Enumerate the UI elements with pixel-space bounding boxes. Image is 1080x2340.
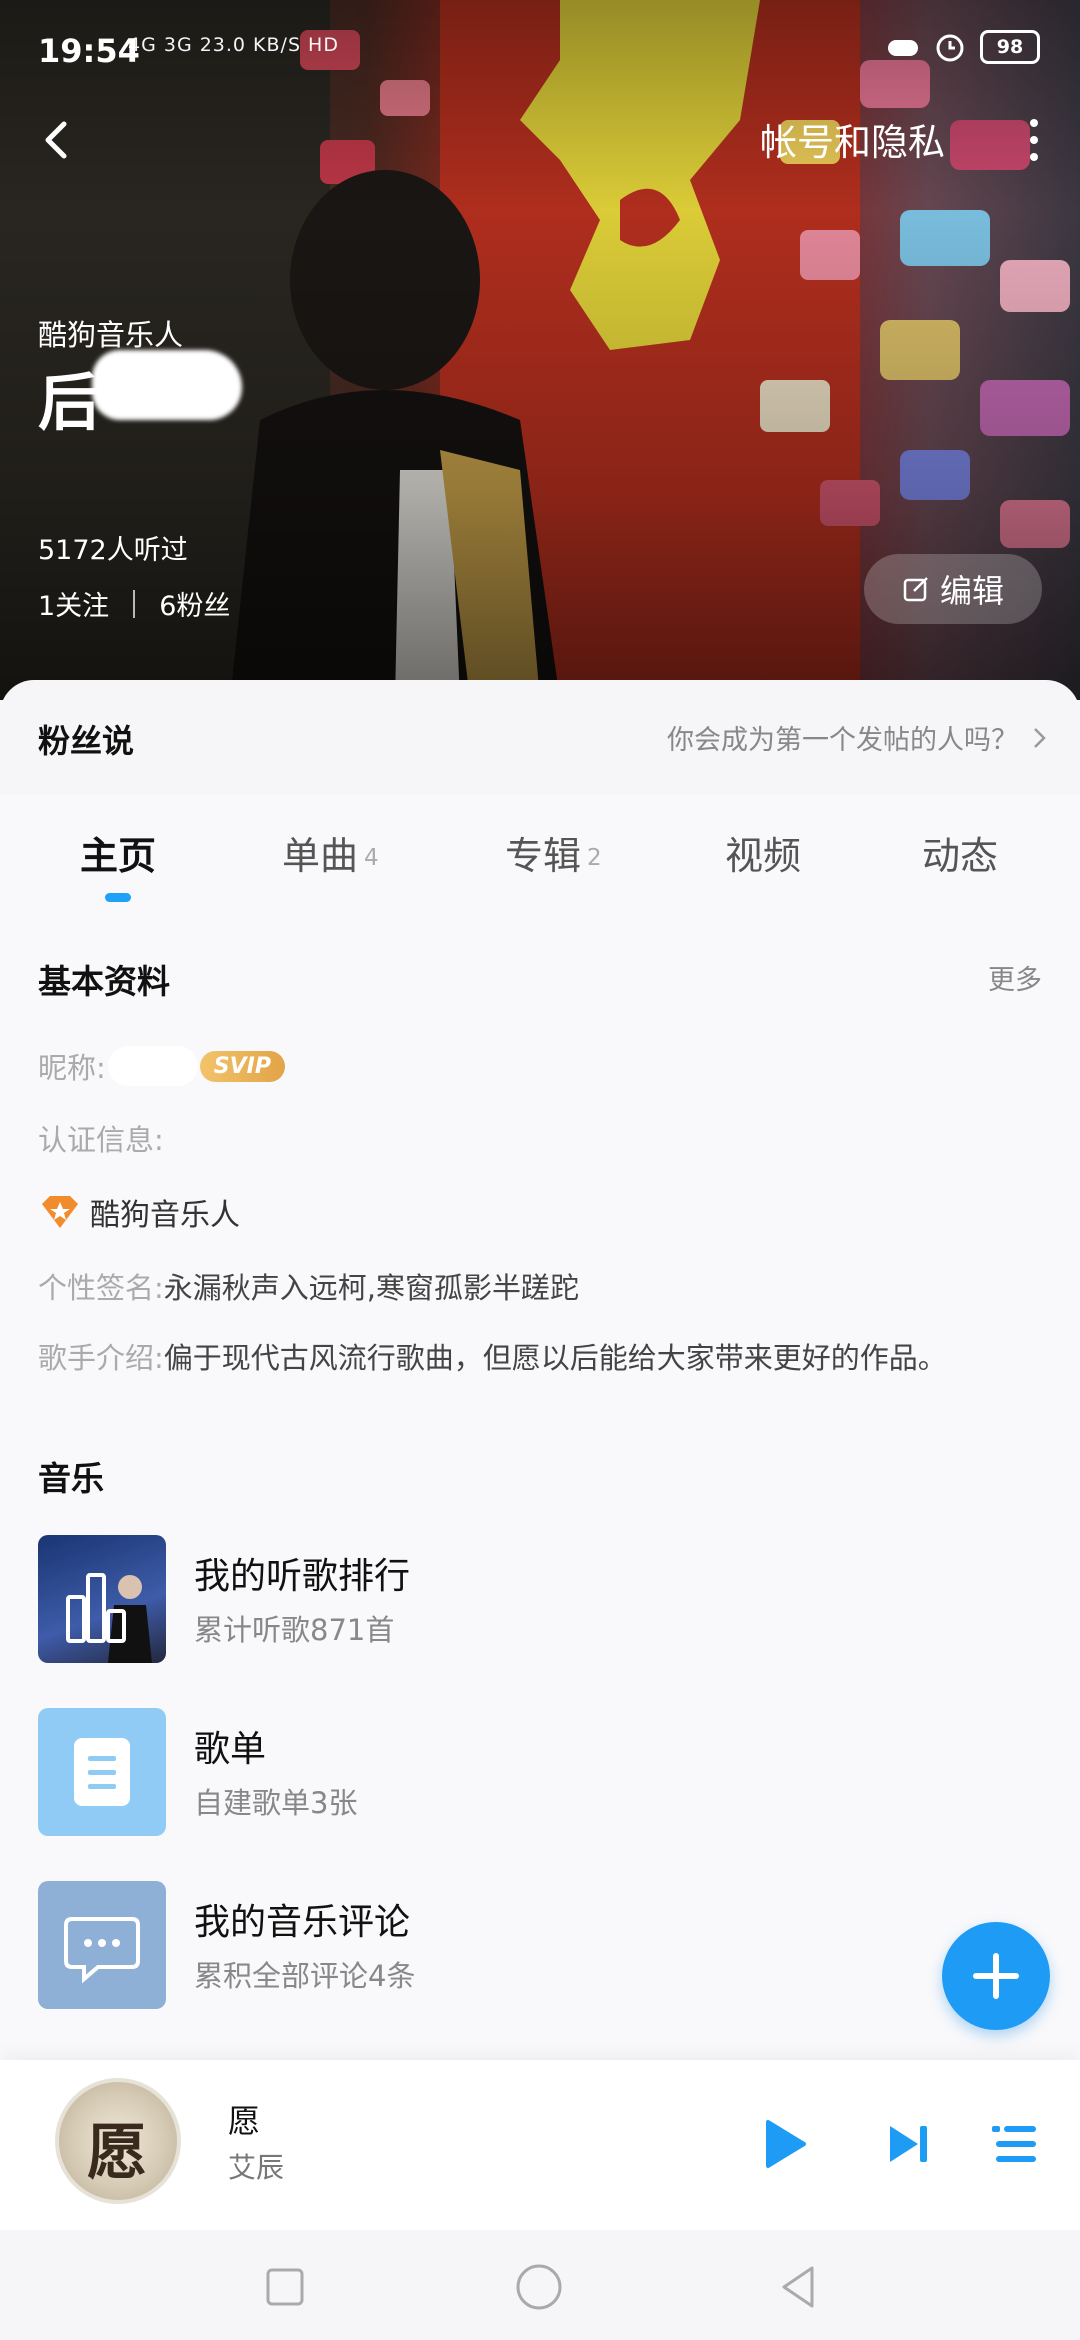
document-icon	[74, 1738, 130, 1806]
tab-moments[interactable]: 动态	[922, 825, 998, 880]
playlist-title: 歌单	[194, 1729, 267, 1770]
basic-info-title: 基本资料	[38, 962, 170, 1001]
nickname-label: 昵称:	[38, 1051, 106, 1085]
profile-hero: 19:54 4G 3G 23.0 KB/S HD 98 帐号和隐私 酷狗音乐人 …	[0, 0, 1080, 700]
comments-subtitle: 累积全部评论4条	[194, 1959, 416, 1993]
recent-apps-icon[interactable]	[258, 2260, 312, 2314]
tab-indicator	[105, 893, 131, 902]
profile-content: 主页 单曲 4 专辑 2 视频 动态 基本资料 更多 昵称: SVIP 认证信息: …	[0, 795, 1080, 2060]
mini-player[interactable]: 愿 愿 艾辰	[0, 2060, 1080, 2230]
fans-say-title: 粉丝说	[38, 722, 135, 760]
status-time: 19:54	[38, 32, 140, 70]
edit-label: 编辑	[939, 572, 1004, 610]
fans-say-hint-text: 你会成为第一个发帖的人吗？	[667, 725, 1018, 756]
playlist-queue-icon[interactable]	[982, 2112, 1046, 2176]
back-arrow-icon[interactable]	[30, 110, 90, 170]
tab-singles[interactable]: 单曲 4	[282, 825, 379, 880]
signature-label: 个性签名:	[38, 1271, 164, 1305]
verify-value: 酷狗音乐人	[90, 1198, 240, 1233]
nickname-row: 昵称: SVIP	[38, 1045, 285, 1087]
verify-label: 认证信息:	[38, 1123, 164, 1157]
musician-badge: 酷狗音乐人	[38, 318, 184, 352]
redacted-name	[92, 350, 242, 420]
album-cover[interactable]: 愿	[55, 2078, 181, 2204]
edit-icon	[903, 577, 928, 602]
basic-info-more-link[interactable]: 更多	[988, 958, 1042, 997]
svip-badge: SVIP	[199, 1050, 285, 1082]
chevron-right-icon	[1034, 727, 1046, 748]
tab-videos[interactable]: 视频	[725, 825, 801, 880]
follow-stats: 1关注 6粉丝	[38, 584, 230, 623]
status-bar: 19:54 4G 3G 23.0 KB/S HD 98	[0, 0, 1080, 100]
network-indicator: 4G 3G 23.0 KB/S HD	[128, 34, 339, 56]
system-nav-bar	[0, 2230, 1080, 2340]
profile-tabs: 主页 单曲 4 专辑 2 视频 动态	[0, 795, 1080, 905]
following-count[interactable]: 1关注	[38, 584, 109, 623]
edit-profile-button[interactable]: 编辑	[864, 554, 1042, 624]
music-item-playlists[interactable]: 歌单 自建歌单3张	[38, 1708, 1038, 1836]
comment-icon	[64, 1917, 140, 1984]
signature-value: 永漏秋声入远柯,寒窗孤影半蹉跎	[163, 1271, 580, 1305]
fans-count[interactable]: 6粉丝	[159, 584, 230, 623]
gamepad-icon	[888, 40, 918, 56]
music-item-ranking[interactable]: 我的听歌排行 累计听歌871首	[38, 1535, 1038, 1663]
add-post-button[interactable]	[942, 1922, 1050, 2030]
musician-verified-icon	[42, 1196, 78, 1228]
comments-title: 我的音乐评论	[194, 1902, 411, 1943]
comments-cover	[38, 1881, 166, 2009]
battery-indicator: 98	[980, 30, 1040, 64]
next-track-icon[interactable]	[876, 2112, 940, 2176]
verify-value-row: 酷狗音乐人	[38, 1190, 240, 1234]
user-name: 后	[38, 366, 101, 439]
music-item-comments[interactable]: 我的音乐评论 累积全部评论4条	[38, 1881, 1038, 2009]
home-icon[interactable]	[512, 2260, 566, 2314]
intro-label: 歌手介绍:	[38, 1341, 164, 1375]
album-cover-glyph: 愿	[87, 2118, 147, 2188]
account-privacy-link[interactable]: 帐号和隐私	[760, 112, 945, 166]
artist-name: 艾辰	[228, 2151, 285, 2184]
ranking-cover	[38, 1535, 166, 1663]
music-section-title: 音乐	[38, 1459, 104, 1498]
fans-say-hint: 你会成为第一个发帖的人吗？	[667, 718, 1048, 757]
song-title: 愿	[228, 2102, 261, 2140]
ranking-subtitle: 累计听歌871首	[194, 1613, 395, 1647]
fans-say-bar[interactable]: 粉丝说 你会成为第一个发帖的人吗？	[0, 680, 1080, 795]
redacted-nickname	[107, 1046, 198, 1086]
playlist-subtitle: 自建歌单3张	[194, 1786, 358, 1820]
more-menu-icon[interactable]	[1012, 110, 1056, 170]
back-nav-icon[interactable]	[772, 2260, 826, 2314]
intro-value: 偏于现代古风流行歌曲，但愿以后能给大家带来更好的作品。	[163, 1341, 947, 1375]
bar-chart-icon	[38, 1535, 166, 1663]
tab-home[interactable]: 主页	[80, 825, 156, 880]
top-bar: 帐号和隐私	[0, 100, 1080, 180]
intro-row: 歌手介绍: 偏于现代古风流行歌曲，但愿以后能给大家带来更好的作品。	[38, 1335, 947, 1377]
alarm-icon	[936, 34, 964, 62]
play-icon[interactable]	[752, 2112, 816, 2176]
plus-icon	[973, 1953, 1019, 1999]
signature-row: 个性签名: 永漏秋声入远柯,寒窗孤影半蹉跎	[38, 1265, 579, 1307]
playlist-cover	[38, 1708, 166, 1836]
ranking-title: 我的听歌排行	[194, 1556, 411, 1597]
tab-albums[interactable]: 专辑 2	[505, 825, 602, 880]
verify-row: 认证信息:	[38, 1117, 164, 1159]
listened-count: 5172人听过	[38, 535, 188, 566]
